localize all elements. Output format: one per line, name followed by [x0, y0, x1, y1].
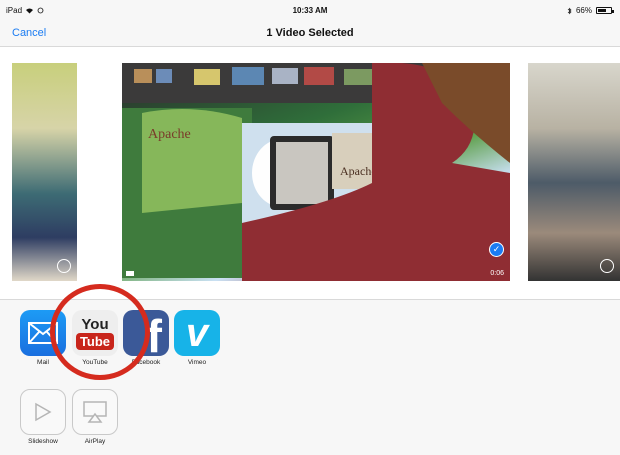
- photo-thumbnail-left[interactable]: [12, 63, 77, 281]
- share-apps-row: Mail You Tube YouTube f Facebook v Vimeo: [0, 299, 620, 381]
- mail-icon: [20, 310, 66, 356]
- share-app-label: Vimeo: [187, 359, 207, 366]
- status-time: 10:33 AM: [292, 6, 328, 15]
- play-icon: [20, 389, 66, 435]
- action-label: Slideshow: [28, 438, 58, 445]
- bluetooth-icon: [567, 7, 572, 14]
- share-youtube-button[interactable]: You Tube YouTube: [72, 310, 118, 366]
- airplay-icon: [72, 389, 118, 435]
- photo-thumbnail-right[interactable]: [528, 63, 620, 281]
- share-app-label: YouTube: [82, 359, 108, 366]
- svg-text:Apache: Apache: [340, 164, 377, 178]
- share-facebook-button[interactable]: f Facebook: [123, 310, 169, 366]
- youtube-icon: You Tube: [72, 310, 118, 356]
- photo-strip[interactable]: Apache Apache ✓ 0:06: [0, 47, 620, 299]
- nav-bar: Cancel 1 Video Selected: [0, 20, 620, 47]
- facebook-icon: f: [123, 310, 169, 356]
- airplay-button[interactable]: AirPlay: [72, 389, 118, 445]
- video-thumbnail-selected[interactable]: Apache Apache ✓ 0:06: [122, 63, 510, 281]
- actions-row: Slideshow AirPlay: [0, 380, 620, 455]
- unselected-circle-icon[interactable]: [600, 259, 614, 273]
- video-scene-image: Apache Apache: [122, 63, 510, 281]
- svg-text:Apache: Apache: [148, 127, 191, 142]
- battery-percent: 66%: [575, 6, 592, 15]
- video-camera-icon: [126, 271, 134, 276]
- status-bar: iPad 10:33 AM 66%: [0, 0, 620, 20]
- page-title: 1 Video Selected: [266, 27, 354, 39]
- vimeo-icon: v: [174, 310, 220, 356]
- share-vimeo-button[interactable]: v Vimeo: [174, 310, 220, 366]
- unselected-circle-icon[interactable]: [57, 259, 71, 273]
- video-duration: 0:06: [490, 270, 504, 277]
- battery-icon: [596, 7, 614, 14]
- slideshow-button[interactable]: Slideshow: [20, 389, 66, 445]
- action-label: AirPlay: [84, 438, 106, 445]
- share-app-label: Mail: [37, 359, 49, 366]
- selected-check-icon[interactable]: ✓: [489, 242, 504, 257]
- share-app-label: Facebook: [131, 359, 161, 366]
- share-mail-button[interactable]: Mail: [20, 310, 66, 366]
